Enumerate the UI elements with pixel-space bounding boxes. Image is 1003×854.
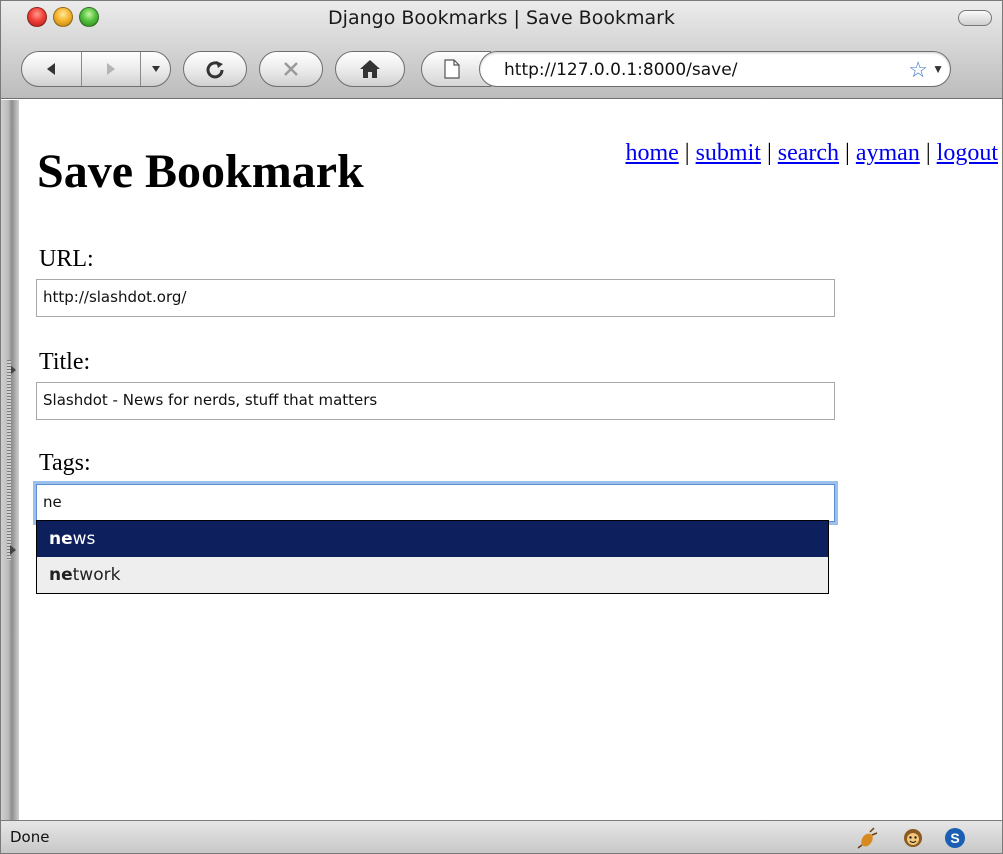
nav-separator: |	[684, 140, 690, 166]
history-dropdown-icon	[151, 66, 160, 72]
tag-autocomplete-list: news network	[36, 520, 829, 594]
user-nav: home | submit | search | ayman | logout	[625, 140, 998, 167]
sidebar-splitter[interactable]	[1, 100, 19, 822]
nav-link-submit[interactable]: submit	[696, 140, 761, 166]
svg-text:S: S	[950, 830, 959, 846]
tags-label: Tags:	[39, 450, 91, 476]
browser-titlebar: Django Bookmarks | Save Bookmark http://…	[1, 1, 1002, 99]
stop-icon	[284, 62, 298, 76]
nav-link-logout[interactable]: logout	[937, 140, 998, 166]
autocomplete-item-news[interactable]: news	[37, 521, 828, 557]
forward-icon	[106, 63, 115, 75]
autocomplete-item-network[interactable]: network	[37, 557, 828, 593]
page-title: Save Bookmark	[37, 145, 364, 198]
status-text: Done	[10, 828, 50, 846]
history-dropdown-button[interactable]	[140, 52, 170, 86]
nav-link-home[interactable]: home	[625, 140, 678, 166]
autocomplete-rest: twork	[72, 565, 121, 585]
browser-window: Django Bookmarks | Save Bookmark http://…	[0, 0, 1003, 854]
title-field[interactable]: Slashdot - News for nerds, stuff that ma…	[36, 382, 835, 420]
stumble-icon[interactable]: S	[944, 827, 966, 849]
nav-separator: |	[766, 140, 772, 166]
home-button[interactable]	[335, 51, 405, 87]
splitter-arrow-icon	[10, 545, 16, 555]
nav-separator: |	[845, 140, 850, 166]
reload-button[interactable]	[183, 51, 247, 87]
url-field[interactable]: http://slashdot.org/	[36, 279, 835, 317]
nav-separator: |	[925, 140, 931, 166]
stop-button[interactable]	[259, 51, 323, 87]
autocomplete-match: ne	[49, 529, 73, 549]
page-content: Save Bookmark home | submit | search | ayman | l…	[1, 100, 1002, 822]
firebug-icon[interactable]	[856, 827, 878, 849]
bookmark-star-icon[interactable]: ☆	[908, 57, 928, 83]
back-icon	[47, 63, 56, 75]
reload-icon	[206, 61, 224, 79]
page-icon	[444, 59, 460, 79]
url-input[interactable]: http://127.0.0.1:8000/save/ ☆ ▼	[479, 51, 951, 87]
toolbar-toggle-button[interactable]	[958, 10, 992, 26]
url-dropdown-icon[interactable]: ▼	[932, 62, 944, 76]
autocomplete-rest: ws	[72, 529, 96, 549]
back-forward-group	[21, 51, 171, 87]
forward-button[interactable]	[80, 52, 141, 86]
home-icon	[360, 60, 380, 78]
address-bar: http://127.0.0.1:8000/save/ ☆ ▼	[421, 51, 951, 87]
greasemonkey-icon[interactable]	[902, 827, 924, 849]
back-button[interactable]	[22, 52, 81, 86]
nav-link-user[interactable]: ayman	[856, 140, 920, 166]
title-label: Title:	[39, 349, 91, 375]
url-text: http://127.0.0.1:8000/save/	[504, 60, 738, 80]
autocomplete-match: ne	[49, 565, 73, 585]
window-title: Django Bookmarks | Save Bookmark	[328, 7, 675, 29]
nav-link-search[interactable]: search	[778, 140, 839, 166]
url-label: URL:	[39, 246, 94, 272]
tags-field[interactable]: ne	[36, 484, 835, 522]
status-bar: Done S	[1, 820, 1002, 853]
splitter-grip	[7, 360, 11, 560]
